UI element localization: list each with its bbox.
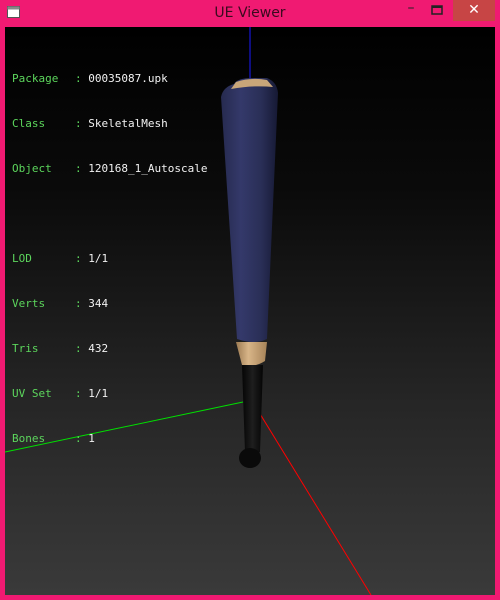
- window-title: UE Viewer: [214, 5, 286, 21]
- info-label: LOD: [12, 252, 32, 265]
- sword-guard: [236, 342, 267, 366]
- info-row-tris: Tris: 432: [12, 341, 207, 356]
- info-value: SkeletalMesh: [88, 117, 168, 130]
- close-button[interactable]: ✕: [453, 0, 495, 21]
- info-value: 00035087.upk: [88, 72, 168, 85]
- info-separator: :: [75, 297, 89, 310]
- info-row-verts: Verts: 344: [12, 296, 207, 311]
- info-value: 432: [88, 342, 109, 355]
- sword-handle: [242, 365, 263, 455]
- info-value: 1/1: [88, 252, 109, 265]
- info-separator: :: [75, 162, 89, 175]
- info-separator: :: [75, 117, 89, 130]
- info-label: Package: [12, 72, 59, 85]
- info-label: Tris: [12, 342, 39, 355]
- maximize-button[interactable]: [426, 0, 448, 21]
- info-label: Class: [12, 117, 46, 130]
- mesh-info-overlay: Package: 00035087.upk Class: SkeletalMes…: [12, 41, 207, 476]
- info-row-lod: LOD: 1/1: [12, 251, 207, 266]
- info-separator: :: [75, 252, 89, 265]
- info-separator: :: [75, 387, 89, 400]
- info-value: 1: [88, 432, 95, 445]
- x-axis-line: [253, 403, 372, 595]
- info-row-class: Class: SkeletalMesh: [12, 116, 207, 131]
- info-row-package: Package: 00035087.upk: [12, 71, 207, 86]
- info-separator: :: [75, 342, 89, 355]
- title-bar[interactable]: UE Viewer – ✕: [0, 0, 500, 26]
- sword-blade: [221, 78, 278, 342]
- 3d-viewport[interactable]: Package: 00035087.upk Class: SkeletalMes…: [5, 27, 495, 595]
- info-label: UV Set: [12, 387, 52, 400]
- info-separator: :: [75, 72, 89, 85]
- info-row-object: Object: 120168_1_Autoscale: [12, 161, 207, 176]
- maximize-icon: [431, 5, 443, 15]
- info-value: 1/1: [88, 387, 109, 400]
- info-label: Bones: [12, 432, 46, 445]
- info-row-uv-set: UV Set: 1/1: [12, 386, 207, 401]
- info-row-bones: Bones: 1: [12, 431, 207, 446]
- info-label: Verts: [12, 297, 46, 310]
- mesh-sword: [221, 78, 278, 468]
- minimize-button[interactable]: –: [400, 0, 422, 21]
- info-separator: :: [75, 432, 89, 445]
- sword-pommel: [239, 448, 261, 468]
- info-value: 344: [88, 297, 109, 310]
- info-value: 120168_1_Autoscale: [88, 162, 208, 175]
- info-label: Object: [12, 162, 52, 175]
